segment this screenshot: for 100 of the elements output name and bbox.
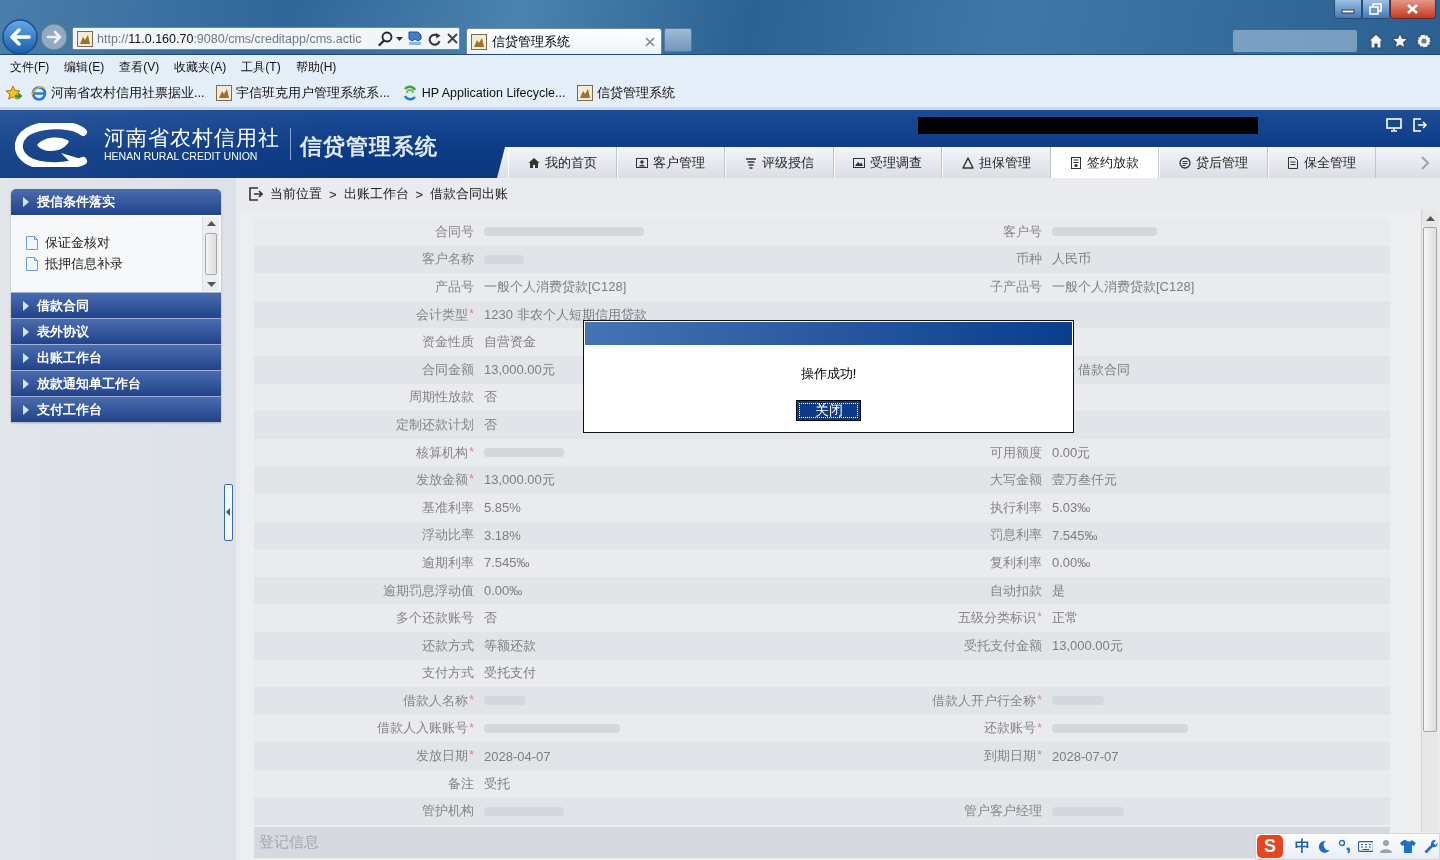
close-icon[interactable] [446, 32, 459, 45]
menu-item[interactable]: 帮助(H) [295, 58, 337, 76]
field-value: 否 [484, 388, 497, 407]
menu-item[interactable]: 查看(V) [119, 58, 160, 76]
menu-item[interactable]: 文件(F) [10, 58, 50, 76]
required-asterisk: * [469, 306, 474, 321]
field-value: 借款合同 [1078, 360, 1130, 379]
sidebar-item[interactable]: 保证金核对 [26, 232, 202, 253]
image-icon [853, 156, 866, 169]
minimize-icon[interactable] [1334, 0, 1362, 19]
field-label: 借款人开户行全称 [932, 691, 1037, 710]
close-button[interactable]: 关闭 [796, 400, 861, 421]
scroll-thumb[interactable] [1423, 227, 1437, 732]
favorite-link[interactable]: HP Application Lifecycle... [401, 85, 566, 101]
required-asterisk: * [1037, 693, 1042, 708]
nav-tab[interactable]: 客户管理 [616, 147, 725, 178]
breadcrumb-current: 借款合同出账 [430, 185, 509, 203]
favorite-link[interactable]: 宇信班克用户管理系统系... [216, 84, 390, 102]
field-value: 0.00‰ [1052, 555, 1091, 571]
nav-tab[interactable]: 评级授信 [725, 147, 834, 178]
favorite-link[interactable]: 河南省农村信用社票据业... [31, 84, 205, 102]
nav-tab[interactable]: 保全管理 [1267, 147, 1376, 178]
system-name: 信贷管理系统 [300, 133, 438, 161]
nav-tab[interactable]: 贷后管理 [1159, 147, 1268, 178]
ime-logo[interactable]: S [1257, 835, 1283, 858]
favorites-star-icon[interactable] [5, 85, 22, 101]
punctuation-icon[interactable] [1337, 838, 1352, 855]
nav-tab[interactable]: 担保管理 [942, 147, 1051, 178]
field-value: 否 [484, 609, 497, 628]
breadcrumb-separator: > [329, 186, 337, 202]
home-icon[interactable] [1367, 32, 1385, 50]
shirt-icon[interactable] [1399, 839, 1418, 854]
refresh-icon[interactable] [427, 31, 441, 46]
collapse-handle[interactable] [224, 484, 233, 541]
caret-icon[interactable] [396, 36, 403, 41]
field-label: 资金性质 [422, 333, 474, 352]
browser-tab[interactable]: 信贷管理系统 [466, 28, 662, 54]
logout-icon[interactable] [1412, 118, 1428, 132]
field-label: 子产品号 [990, 278, 1042, 296]
field-value: 正常 [1052, 609, 1078, 628]
sidebar-section-header[interactable]: 借款合同 [11, 292, 221, 318]
menu-item[interactable]: 收藏夹(A) [174, 58, 227, 76]
triangle-icon [22, 377, 30, 390]
image-icon [77, 30, 93, 47]
field-label: 罚息利率 [990, 526, 1042, 545]
nav-tab[interactable]: 我的首页 [508, 147, 617, 178]
star-icon[interactable] [1391, 32, 1409, 50]
sidebar-item[interactable]: 抵押信息补录 [26, 253, 202, 274]
sidebar-section-header[interactable]: 放款通知单工作台 [11, 370, 221, 396]
triangle-icon [961, 156, 974, 169]
search-field[interactable] [1233, 30, 1357, 52]
field-label: 合同金额 [422, 360, 474, 379]
search-icon[interactable] [378, 31, 393, 46]
scroll-thumb[interactable] [205, 233, 217, 275]
sidebar-section-header[interactable]: 支付工作台 [11, 396, 221, 422]
field-value: 否 [484, 415, 497, 434]
settings-icon[interactable] [1415, 32, 1433, 50]
close-icon[interactable] [1390, 0, 1436, 19]
sidebar-section-header[interactable]: 授信条件落实 [11, 189, 221, 215]
triangle-icon [22, 351, 30, 364]
field-value: 受托 [484, 774, 510, 793]
nav-tab[interactable]: 签约放款 [1050, 147, 1159, 178]
image-icon [471, 33, 487, 50]
field-label: 到期日期 [984, 747, 1037, 766]
sidebar-section-header[interactable]: 表外协议 [11, 318, 221, 344]
restore-icon[interactable] [1362, 0, 1390, 19]
field-value: 受托支付 [484, 664, 536, 683]
field-label: 还款账号 [984, 719, 1037, 738]
input-mode-toggle[interactable]: 中 [1294, 837, 1310, 856]
menu-item[interactable]: 工具(T) [241, 58, 281, 76]
sidebar-section-header[interactable]: 出账工作台 [11, 344, 221, 370]
keyboard-icon[interactable] [1357, 839, 1374, 854]
monitor-icon[interactable] [1386, 118, 1402, 132]
field-value: 壹万叁仟元 [1052, 471, 1117, 490]
breadcrumb-separator: > [415, 186, 424, 202]
field-value: 7.545‰ [1052, 527, 1098, 543]
field-label: 管护机构 [422, 802, 474, 821]
torn-page-icon[interactable] [408, 31, 422, 46]
breadcrumb-link[interactable]: 出账工作台 [343, 185, 409, 203]
field-label: 逾期罚息浮动值 [383, 581, 474, 600]
field-label: 客户号 [1003, 222, 1042, 241]
field-value: 5.85% [484, 500, 521, 516]
field-value: 人民币 [1052, 250, 1091, 269]
field-label: 会计类型 [416, 305, 469, 324]
field-label: 发放日期 [416, 747, 469, 766]
field-value: 13,000.00元 [484, 360, 555, 379]
field-label: 受托支付金额 [964, 636, 1042, 655]
nav-tab[interactable]: 受理调查 [833, 147, 942, 178]
breadcrumb-label: 当前位置 [270, 185, 322, 203]
field-label: 复利利率 [990, 553, 1042, 572]
favorite-link[interactable]: 信贷管理系统 [577, 84, 676, 102]
address-field[interactable]: http://11.0.160.70:9080/cms/creditapp/cms.actic [72, 27, 460, 50]
field-label: 周期性放款 [409, 388, 474, 407]
wrench-icon[interactable] [1423, 838, 1439, 855]
field-value: 13,000.00元 [484, 471, 555, 490]
field-value: 是 [1052, 581, 1065, 600]
required-asterisk: * [1037, 610, 1042, 625]
field-label: 执行利率 [990, 498, 1042, 517]
menu-item[interactable]: 编辑(E) [64, 58, 105, 76]
field-value: 3.18% [484, 527, 521, 543]
